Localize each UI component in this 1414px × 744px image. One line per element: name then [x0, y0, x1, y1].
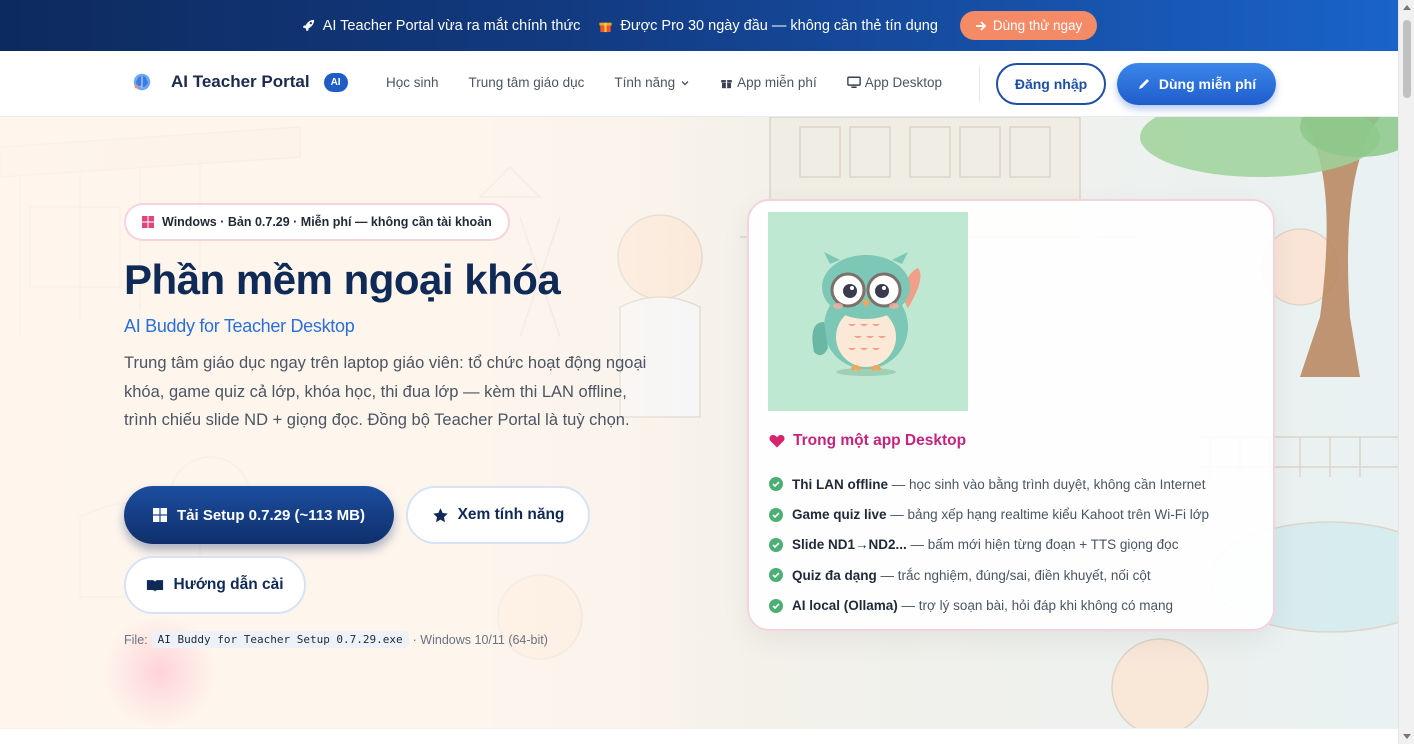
brand[interactable]: AI Teacher Portal AI	[131, 71, 348, 93]
file-os-requirement: · Windows 10/11 (64-bit)	[412, 632, 548, 647]
nav-links: Học sinh Trung tâm giáo dục Tính năng Ap…	[386, 75, 942, 90]
feature-name: Game quiz live	[792, 507, 887, 523]
card-title: Trong một app Desktop	[769, 432, 966, 450]
windows-icon	[142, 216, 154, 228]
nav-link-label: Tính năng	[614, 75, 676, 90]
nav-link-label: Trung tâm giáo dục	[468, 75, 585, 90]
try-now-button[interactable]: Dùng thử ngay	[959, 11, 1098, 40]
feature-item: Slide ND1→ND2... — bấm mới hiện từng đoạ…	[769, 530, 1209, 560]
download-setup-label: Tải Setup 0.7.29 (~113 MB)	[177, 506, 365, 524]
feature-text: Thi LAN offline — học sinh vào bằng trìn…	[792, 477, 1205, 492]
brand-name: AI Teacher Portal	[171, 72, 310, 91]
feature-detail: — học sinh vào bằng trình duyệt, không c…	[887, 476, 1206, 492]
feature-name: Thi LAN offline	[792, 476, 888, 492]
announcement-bar: AI Teacher Portal vừa ra mắt chính thức …	[0, 0, 1398, 51]
check-circle-icon	[769, 537, 783, 552]
page-bottom-strip	[0, 728, 1398, 744]
navbar: AI Teacher Portal AI Học sinh Trung tâm …	[0, 51, 1398, 117]
check-circle-icon	[769, 477, 783, 492]
announcement-launch: AI Teacher Portal vừa ra mắt chính thức	[301, 17, 581, 34]
owl-mascot-icon	[812, 252, 921, 376]
version-pill-text: Windows · Bản 0.7.29 · Miễn phí — không …	[162, 215, 492, 229]
hero-subtitle: AI Buddy for Teacher Desktop	[124, 316, 355, 336]
feature-text: Game quiz live — bảng xếp hạng realtime …	[792, 507, 1209, 522]
file-info: File: AI Buddy for Teacher Setup 0.7.29.…	[124, 631, 548, 648]
install-guide-button[interactable]: Hướng dẫn cài	[124, 556, 306, 614]
feature-text: Quiz đa dạng — trắc nghiệm, đúng/sai, đi…	[792, 568, 1151, 583]
feature-detail: — trắc nghiệm, đúng/sai, điền khuyết, nố…	[876, 567, 1151, 583]
owl-mascot-image	[768, 212, 968, 411]
brain-logo-icon	[133, 73, 151, 91]
rocket-icon	[302, 19, 314, 32]
feature-detail: — bấm mới hiện từng đoạn + TTS giọng đọc	[906, 537, 1179, 553]
nav-link-label: Học sinh	[386, 75, 439, 90]
hero-title: Phần mềm ngoại khóa	[124, 256, 561, 303]
brand-ai-badge: AI	[323, 72, 348, 92]
card-title-text: Trong một app Desktop	[793, 432, 967, 449]
feature-detail: — trợ lý soạn bài, hỏi đáp khi không có …	[897, 598, 1174, 614]
feature-item: Game quiz live — bảng xếp hạng realtime …	[769, 499, 1209, 529]
check-circle-icon	[769, 568, 783, 583]
gift-icon	[721, 80, 732, 89]
feature-list: Thi LAN offline — học sinh vào bằng trìn…	[769, 469, 1209, 621]
free-signup-button[interactable]: Dùng miễn phí	[1117, 63, 1276, 105]
feature-item: AI local (Ollama) — trợ lý soạn bài, hỏi…	[769, 591, 1209, 621]
feature-detail: — bảng xếp hạng realtime kiểu Kahoot trê…	[886, 507, 1210, 523]
feature-name: Slide ND1→ND2...	[792, 537, 907, 553]
nav-link-label: App miễn phí	[737, 75, 817, 90]
free-signup-label: Dùng miễn phí	[1158, 76, 1257, 92]
view-features-label: Xem tính năng	[457, 506, 565, 523]
nav-link-label: App Desktop	[864, 75, 942, 90]
nav-link-education-center[interactable]: Trung tâm giáo dục	[469, 75, 585, 90]
feature-item: Quiz đa dạng — trắc nghiệm, đúng/sai, đi…	[769, 560, 1209, 590]
feature-text: Slide ND1→ND2... — bấm mới hiện từng đoạ…	[792, 537, 1178, 552]
heart-icon	[769, 435, 785, 448]
announcement-launch-text: AI Teacher Portal vừa ra mắt chính thức	[322, 17, 581, 34]
check-circle-icon	[769, 598, 783, 613]
view-features-button[interactable]: Xem tính năng	[406, 486, 590, 544]
feature-item: Thi LAN offline — học sinh vào bằng trìn…	[769, 469, 1209, 499]
chevron-down-icon	[681, 80, 689, 85]
feature-text: AI local (Ollama) — trợ lý soạn bài, hỏi…	[792, 598, 1173, 613]
scroll-down-arrow[interactable]	[1403, 734, 1411, 739]
download-setup-button[interactable]: Tải Setup 0.7.29 (~113 MB)	[124, 486, 394, 544]
check-circle-icon	[769, 507, 783, 522]
nav-link-students[interactable]: Học sinh	[386, 75, 439, 90]
version-pill: Windows · Bản 0.7.29 · Miễn phí — không …	[124, 203, 510, 241]
announcement-promo-text: Được Pro 30 ngày đầu — không cần thẻ tín…	[620, 17, 938, 34]
login-label: Đăng nhập	[1014, 76, 1088, 92]
gift-icon	[599, 22, 613, 33]
desktop-features-card: Trong một app Desktop Thi LAN offline — …	[747, 199, 1275, 631]
feature-name: Quiz đa dạng	[792, 567, 877, 583]
install-guide-label: Hướng dẫn cài	[173, 576, 284, 593]
nav-divider	[979, 66, 980, 102]
book-icon	[147, 579, 164, 592]
scrollbar-thumb[interactable]	[1403, 20, 1411, 98]
hero-description: Trung tâm giáo dục ngay trên laptop giáo…	[124, 354, 647, 429]
nav-link-desktop-app[interactable]: App Desktop	[846, 75, 942, 90]
windows-icon	[153, 508, 167, 522]
monitor-icon	[846, 76, 861, 89]
pencil-icon	[1138, 79, 1149, 89]
file-label: File:	[124, 632, 148, 647]
login-button[interactable]: Đăng nhập	[996, 63, 1106, 105]
feature-name: AI local (Ollama)	[792, 598, 898, 614]
arrow-right-icon	[975, 20, 987, 31]
announcement-promo: Được Pro 30 ngày đầu — không cần thẻ tín…	[598, 17, 938, 34]
hero-section: Windows · Bản 0.7.29 · Miễn phí — không …	[0, 117, 1398, 728]
try-now-label: Dùng thử ngay	[992, 18, 1083, 33]
nav-link-features[interactable]: Tính năng	[614, 75, 690, 90]
scroll-up-arrow[interactable]	[1403, 5, 1411, 10]
star-icon	[432, 507, 448, 522]
nav-link-free-app[interactable]: App miễn phí	[720, 75, 817, 90]
file-name: AI Buddy for Teacher Setup 0.7.29.exe	[151, 631, 409, 648]
scrollbar[interactable]	[1398, 0, 1414, 744]
